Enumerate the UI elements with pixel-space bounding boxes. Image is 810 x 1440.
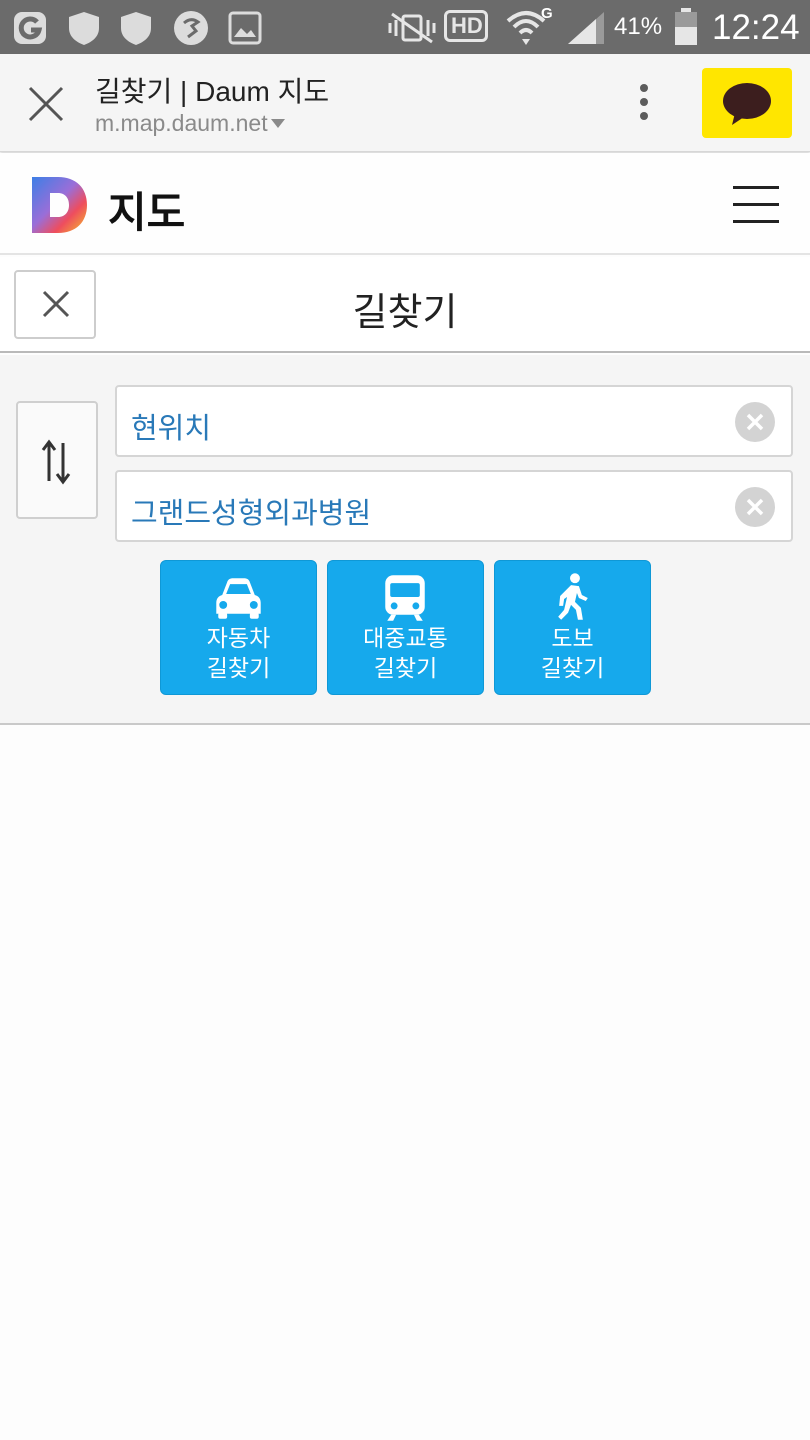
clear-origin-button[interactable] (735, 402, 775, 442)
menu-button[interactable] (733, 186, 779, 223)
signal-icon (568, 12, 604, 44)
menu-line (733, 203, 779, 206)
menu-line (733, 220, 779, 223)
swap-arrows-icon (41, 439, 71, 485)
daum-logo[interactable] (32, 177, 88, 233)
site-header: 지도 (0, 153, 810, 255)
content-area (0, 727, 810, 1440)
car-icon (216, 578, 261, 619)
status-bar: HD G 41% 12:24 (0, 0, 810, 54)
origin-field[interactable]: 현위치 (115, 385, 793, 457)
chevron-down-icon (270, 119, 285, 128)
app-badge-icon (174, 11, 208, 45)
tab-title: 길찾기 | Daum 지도 (95, 76, 330, 107)
clear-icon (746, 413, 764, 431)
image-icon (228, 11, 262, 45)
route-label-line2: 길찾기 (373, 656, 438, 682)
close-icon[interactable] (22, 80, 70, 128)
kakaotalk-share-button[interactable] (702, 68, 792, 138)
origin-value: 현위치 (131, 411, 212, 445)
hd-badge-text: HD (451, 13, 483, 38)
train-icon (385, 575, 425, 621)
notification-app-icon (14, 12, 46, 44)
route-label-line1: 자동차 (206, 626, 271, 652)
page-header: 길찾기 (0, 257, 810, 353)
route-label-line2: 길찾기 (540, 656, 605, 682)
dot (640, 112, 648, 120)
route-label-line1: 도보 (551, 626, 594, 652)
clock: 12:24 (712, 8, 800, 47)
route-search-panel: 현위치 그랜드성형외과병원 자동차 길찾기 대중교통 길찾기 도보 길찾기 (0, 355, 810, 725)
url-text: m.map.daum.net (95, 110, 268, 136)
brand-title: 지도 (108, 188, 186, 237)
vibrate-mute-icon (388, 12, 436, 44)
transit-route-button[interactable]: 대중교통 길찾기 (327, 560, 484, 695)
menu-line (733, 186, 779, 189)
battery-percent: 41% (614, 13, 663, 40)
hd-voice-icon: HD (444, 10, 488, 42)
route-label-line2: 길찾기 (206, 656, 271, 682)
route-label-line1: 대중교통 (363, 626, 448, 652)
car-route-button[interactable]: 자동차 길찾기 (160, 560, 317, 695)
more-options-button[interactable] (628, 84, 660, 124)
walk-route-button[interactable]: 도보 길찾기 (494, 560, 651, 695)
clear-icon (746, 498, 764, 516)
swap-locations-button[interactable] (16, 401, 98, 519)
dot (640, 84, 648, 92)
destination-value: 그랜드성형외과병원 (131, 496, 372, 530)
shield-icon (69, 12, 99, 45)
walk-icon (558, 573, 588, 620)
browser-toolbar: 길찾기 | Daum 지도 m.map.daum.net (0, 54, 810, 152)
dot (640, 98, 648, 106)
network-type: G (541, 5, 553, 22)
clear-destination-button[interactable] (735, 487, 775, 527)
page-title: 길찾기 (352, 290, 458, 334)
destination-field[interactable]: 그랜드성형외과병원 (115, 470, 793, 542)
url-dropdown[interactable]: m.map.daum.net (95, 110, 285, 137)
shield-icon (121, 12, 151, 45)
battery-icon (675, 8, 697, 45)
speech-bubble-icon (723, 83, 771, 125)
